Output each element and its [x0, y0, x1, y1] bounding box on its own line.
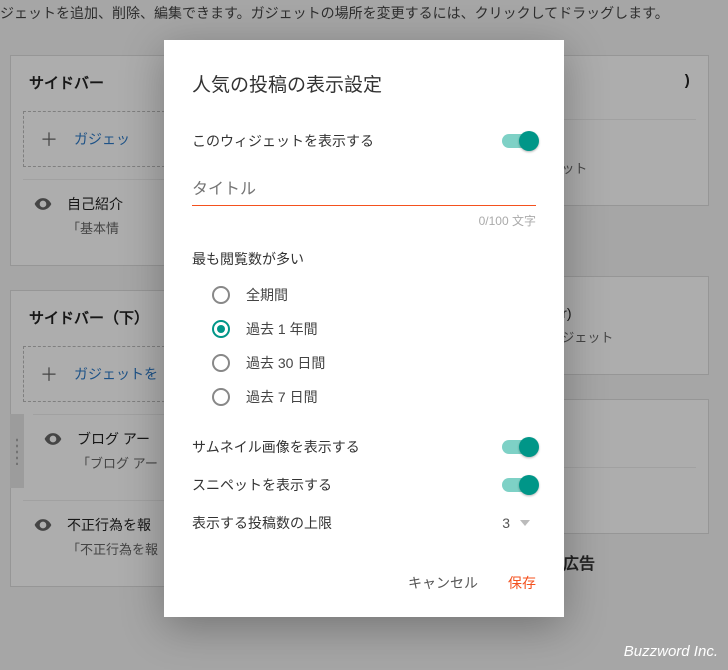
chevron-down-icon [520, 520, 530, 526]
radio-icon [212, 388, 230, 406]
popular-posts-settings-dialog: 人気の投稿の表示設定 このウィジェットを表示する 0/100 文字 最も閲覧数が… [164, 40, 564, 617]
radio-past-7-days[interactable]: 過去 7 日間 [212, 387, 536, 407]
cancel-button[interactable]: キャンセル [408, 573, 478, 593]
show-snippet-toggle[interactable] [502, 478, 536, 492]
show-widget-toggle[interactable] [502, 134, 536, 148]
radio-icon [212, 286, 230, 304]
post-limit-value: 3 [502, 515, 510, 531]
radio-label: 過去 30 日間 [246, 353, 325, 373]
radio-icon [212, 320, 230, 338]
radio-past-30-days[interactable]: 過去 30 日間 [212, 353, 536, 373]
most-viewed-label: 最も閲覧数が多い [192, 249, 536, 269]
save-button[interactable]: 保存 [508, 573, 536, 593]
show-thumbnail-row: サムネイル画像を表示する [192, 437, 536, 457]
show-snippet-row: スニペットを表示する [192, 475, 536, 495]
post-limit-select[interactable]: 3 [502, 515, 536, 531]
show-thumbnail-label: サムネイル画像を表示する [192, 437, 360, 457]
dialog-actions: キャンセル 保存 [192, 573, 536, 593]
show-widget-label: このウィジェットを表示する [192, 131, 374, 151]
title-input[interactable] [192, 177, 536, 206]
radio-icon [212, 354, 230, 372]
show-widget-row: このウィジェットを表示する [192, 131, 536, 151]
radio-label: 全期間 [246, 285, 288, 305]
post-limit-label: 表示する投稿数の上限 [192, 513, 332, 533]
dialog-title: 人気の投稿の表示設定 [192, 70, 536, 97]
radio-all-time[interactable]: 全期間 [212, 285, 536, 305]
watermark: Buzzword Inc. [624, 643, 718, 660]
radio-label: 過去 7 日間 [246, 387, 318, 407]
show-thumbnail-toggle[interactable] [502, 440, 536, 454]
show-snippet-label: スニペットを表示する [192, 475, 332, 495]
radio-past-year[interactable]: 過去 1 年間 [212, 319, 536, 339]
char-counter: 0/100 文字 [192, 212, 536, 229]
post-limit-row: 表示する投稿数の上限 3 [192, 513, 536, 533]
time-range-radio-group: 全期間 過去 1 年間 過去 30 日間 過去 7 日間 [212, 285, 536, 407]
radio-label: 過去 1 年間 [246, 319, 318, 339]
